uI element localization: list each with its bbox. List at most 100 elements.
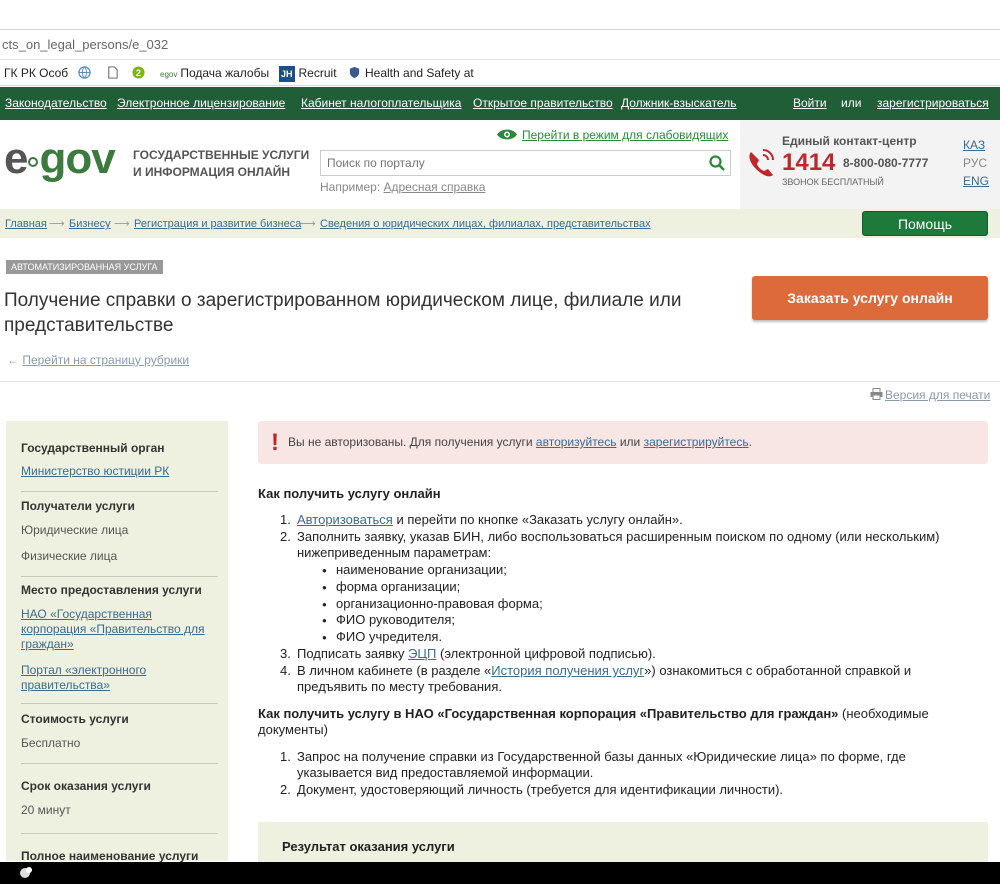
param-item: форма организации;: [336, 579, 461, 594]
bookmark-health-safety[interactable]: Health and Safety at: [348, 65, 474, 81]
list-number: 4.: [280, 663, 291, 678]
login-link[interactable]: Войти: [793, 96, 827, 110]
address-bar[interactable]: cts_on_legal_persons/e_032: [0, 30, 1000, 60]
list-number: 2.: [280, 529, 291, 544]
page-icon: [108, 66, 118, 79]
or-text: или: [841, 96, 862, 110]
contact-center-label: Единый контакт-центр: [782, 134, 917, 148]
bullet: ●: [322, 633, 327, 642]
page-title: Получение справки о зарегистрированном ю…: [4, 290, 682, 336]
param-item: организационно-правовая форма;: [336, 596, 543, 611]
service-info-sidebar: Государственный орган Министерство юстиц…: [6, 421, 228, 863]
authorize-link[interactable]: авторизуйтесь: [536, 435, 617, 449]
register-link[interactable]: зарегистрироваться: [877, 96, 989, 110]
bullet: ●: [322, 566, 327, 575]
list-number: 3.: [280, 646, 291, 661]
crumb-registration[interactable]: Регистрация и развитие бизнеса: [134, 218, 301, 230]
nav-debtor-collector[interactable]: Должник-взыскатель: [621, 96, 736, 110]
bookmark-recruit[interactable]: JH Recruit: [279, 65, 337, 82]
list-item: Авторизоваться и перейти по кнопке «Зака…: [297, 512, 683, 527]
auth-alert: ! Вы не авторизованы. Для получения услу…: [258, 421, 988, 464]
back-arrow-icon: ←: [7, 353, 23, 367]
number-two-icon: 2: [132, 66, 145, 79]
recipient-individual: Физические лица: [21, 549, 118, 563]
order-online-button[interactable]: Заказать услугу онлайн: [752, 276, 988, 320]
gov-body-heading: Государственный орган: [21, 441, 165, 455]
divider: [21, 833, 218, 834]
fullname-heading: Полное наименование услуги: [21, 849, 199, 863]
search-box: [320, 150, 731, 176]
crumb-arrow: ⟶: [49, 218, 65, 230]
automated-service-badge: АВТОМАТИЗИРОВАННАЯ УСЛУГА: [6, 260, 163, 274]
chat-bubble-icon[interactable]: [18, 865, 34, 881]
site-header: e gov ГОСУДАРСТВЕННЫЕ УСЛУГИ И ИНФОРМАЦИЯ…: [0, 120, 1000, 209]
register-alert-link[interactable]: зарегистрируйтесь: [644, 435, 749, 449]
bookmark-page[interactable]: [106, 65, 123, 81]
svg-text:2: 2: [136, 68, 141, 78]
search-input[interactable]: [321, 151, 701, 175]
crumb-arrow: ⟶: [300, 218, 316, 230]
eds-link[interactable]: ЭЦП: [408, 646, 436, 661]
nao-heading-cont: документы): [258, 722, 328, 737]
gov-body-link[interactable]: Министерство юстиции РК: [21, 464, 211, 479]
crumb-arrow: ⟶: [114, 218, 130, 230]
back-to-rubric-link[interactable]: ← Перейти на страницу рубрики: [7, 353, 189, 367]
jh-icon: JH: [279, 66, 295, 82]
place-link-nao[interactable]: НАО «Государственная корпорация «Правите…: [21, 607, 211, 652]
bookmarks-bar: ГК РК Особ 2 egov Подача жалобы JH Recruit…: [0, 60, 1000, 86]
list-item-cont: нижеприведенным параметрам:: [297, 545, 492, 560]
nav-open-government[interactable]: Открытое правительство: [473, 96, 613, 110]
divider: [21, 763, 218, 764]
crumb-home[interactable]: Главная: [5, 218, 47, 230]
print-version-link[interactable]: Версия для печати: [870, 388, 990, 402]
crumb-business[interactable]: Бизнесу: [69, 218, 111, 230]
example-link[interactable]: Адресная справка: [384, 180, 486, 194]
place-heading: Место предоставления услуги: [21, 583, 202, 597]
bookmark-gk-rk[interactable]: ГК РК Особ: [4, 65, 68, 81]
param-item: наименование организации;: [336, 562, 507, 577]
low-vision-link[interactable]: Перейти в режим для слабовидящих: [496, 128, 728, 142]
param-item: ФИО учредителя.: [336, 629, 443, 644]
divider: [21, 491, 218, 492]
lang-eng[interactable]: ENG: [963, 174, 989, 188]
bookmark-complaint[interactable]: egov Подача жалобы: [160, 65, 269, 81]
site-tagline: ГОСУДАРСТВЕННЫЕ УСЛУГИ И ИНФОРМАЦИЯ ОНЛА…: [133, 148, 310, 179]
browser-tab-strip: [0, 0, 1000, 30]
os-taskbar: [0, 862, 1000, 884]
crumb-legal-info[interactable]: Сведения о юридических лицах, филиалах, …: [320, 218, 651, 230]
place-link-portal[interactable]: Портал «электронного правительства»: [21, 663, 181, 693]
divider: [21, 576, 218, 577]
url-text: cts_on_legal_persons/e_032: [2, 37, 169, 52]
service-history-link[interactable]: История получения услуг: [491, 663, 644, 678]
search-example: Например: Адресная справка: [320, 180, 486, 194]
cost-heading: Стоимость услуги: [21, 712, 129, 726]
lang-rus[interactable]: РУС: [963, 156, 987, 170]
online-heading: Как получить услугу онлайн: [258, 486, 441, 501]
nav-legislation[interactable]: Законодательство: [5, 96, 107, 110]
top-navigation: Законодательство Электронное лицензирова…: [0, 87, 1000, 120]
recipients-heading: Получатели услуги: [21, 499, 135, 513]
param-item: ФИО руководителя;: [336, 612, 455, 627]
list-item-cont: указывается вид предоставляемой информац…: [297, 765, 594, 780]
bookmark-green-2[interactable]: 2: [132, 65, 149, 81]
lang-kaz[interactable]: КАЗ: [963, 138, 985, 152]
list-number: 2.: [280, 782, 291, 797]
bookmark-globe[interactable]: [78, 65, 95, 81]
search-icon[interactable]: [708, 154, 726, 172]
list-item: Подписать заявку ЭЦП (электронной цифров…: [297, 646, 656, 661]
result-heading: Результат оказания услуги: [282, 839, 455, 854]
logo-gov-text: gov: [39, 134, 115, 183]
nav-taxpayer-cabinet[interactable]: Кабинет налогоплательщика: [301, 96, 461, 110]
recipient-legal: Юридические лица: [21, 523, 129, 537]
list-number: 1.: [280, 749, 291, 764]
divider: [0, 381, 1000, 382]
phone-icon: [749, 149, 774, 177]
contact-free-note: звонок бесплатный: [782, 177, 884, 187]
help-button[interactable]: Помощь: [862, 211, 988, 236]
list-item: В личном кабинете (в разделе «История по…: [297, 663, 912, 678]
egov-logo[interactable]: e gov: [4, 134, 116, 184]
nav-e-licensing[interactable]: Электронное лицензирование: [117, 96, 285, 110]
globe-icon: [78, 66, 91, 79]
authorize-step-link[interactable]: Авторизоваться: [297, 512, 393, 527]
eye-icon: [497, 129, 517, 140]
